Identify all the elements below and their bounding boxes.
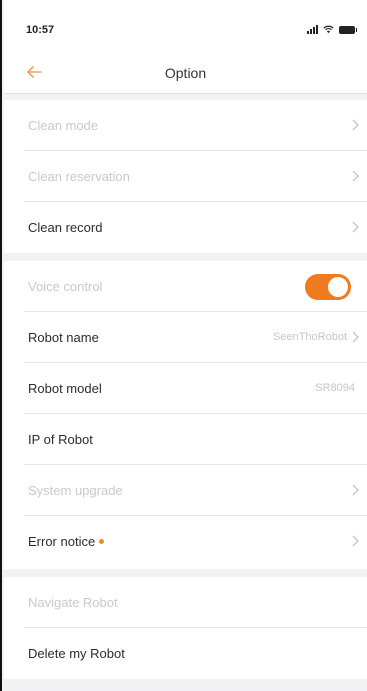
chevron-right-icon [352,119,359,131]
row-ip-of-robot: IP of Robot [24,414,367,465]
ip-of-robot-label: IP of Robot [28,432,93,447]
status-icons [307,25,357,34]
navigate-robot-label: Navigate Robot [28,595,118,610]
section-robot: Voice control Robot name SeenThoRobot Ro… [4,261,367,569]
robot-model-label: Robot model [28,381,102,396]
notification-dot-icon [99,539,105,545]
chevron-right-icon [352,535,359,547]
chevron-right-icon [352,484,359,496]
chevron-right-icon [352,221,359,233]
page-title: Option [164,65,207,81]
row-clean-mode[interactable]: Clean mode [24,100,367,151]
wifi-icon [323,25,334,34]
section-gap [4,569,367,577]
chevron-right-icon [352,331,359,343]
row-voice-control: Voice control [24,261,367,312]
signal-icon [307,25,318,34]
section-manage: Navigate Robot Delete my Robot [4,577,367,679]
phone-screen: 10:57 Option Clean mode Clean reservatio… [0,0,367,691]
section-gap [4,253,367,261]
row-clean-reservation[interactable]: Clean reservation [24,151,367,202]
error-notice-label: Error notice [28,534,105,549]
row-robot-model: Robot model SR8094 [24,363,367,414]
row-robot-name[interactable]: Robot name SeenThoRobot [24,312,367,363]
delete-robot-label: Delete my Robot [28,646,125,661]
status-time: 10:57 [26,24,55,36]
robot-model-value: SR8094 [315,382,355,394]
voice-control-label: Voice control [28,279,103,294]
section-cleaning: Clean mode Clean reservation Clean recor… [4,100,367,253]
navigation-bar: Option [4,50,367,94]
row-error-notice[interactable]: Error notice [24,516,367,567]
clean-reservation-label: Clean reservation [28,169,130,184]
clean-record-label: Clean record [28,220,103,235]
row-delete-robot[interactable]: Delete my Robot [24,628,367,679]
robot-name-value: SeenThoRobot [273,331,347,343]
robot-name-label: Robot name [28,330,99,345]
error-notice-text: Error notice [28,534,96,549]
voice-control-toggle[interactable] [305,274,351,300]
battery-icon [339,25,357,34]
row-clean-record[interactable]: Clean record [24,202,367,253]
row-navigate-robot[interactable]: Navigate Robot [24,577,367,628]
toggle-knob [328,277,348,297]
system-upgrade-label: System upgrade [28,483,123,498]
status-bar: 10:57 [4,0,367,50]
row-system-upgrade[interactable]: System upgrade [24,465,367,516]
clean-mode-label: Clean mode [28,118,99,133]
chevron-right-icon [352,170,359,182]
